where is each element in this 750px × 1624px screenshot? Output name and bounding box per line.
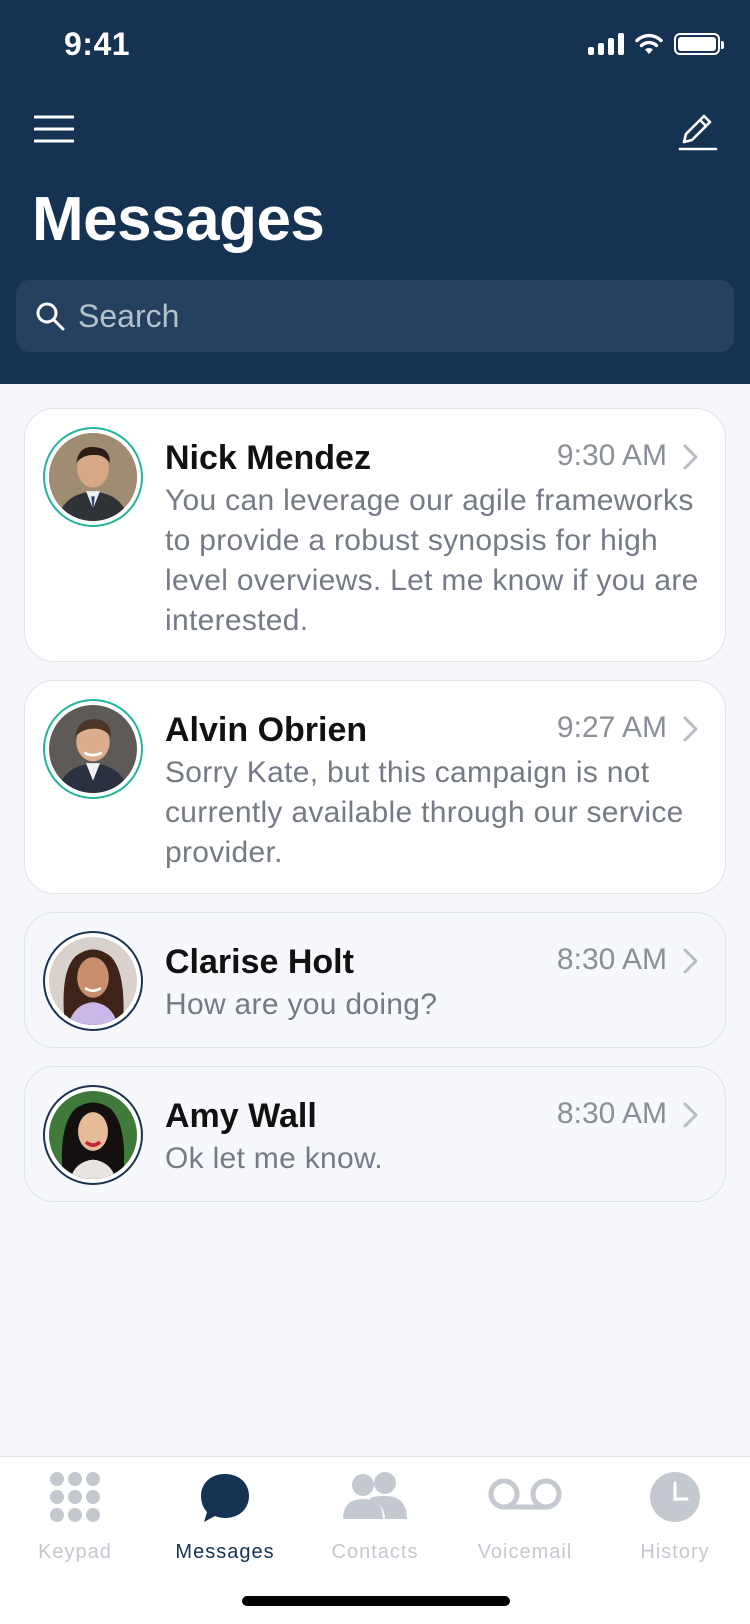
avatar-photo [49, 433, 137, 521]
search-input[interactable] [78, 297, 678, 335]
battery-icon [674, 33, 724, 55]
message-time: 9:30 AM [556, 439, 667, 472]
message-row[interactable]: Clarise Holt 8:30 AM How are you doing? [24, 912, 726, 1048]
message-preview: You can leverage our agile frameworks to… [165, 484, 699, 637]
chevron-right-icon [683, 948, 698, 974]
tab-messages[interactable]: Messages [150, 1457, 300, 1567]
avatar-photo [49, 937, 137, 1025]
app-header: 9:41 Messages [0, 0, 750, 384]
chevron-right-icon [683, 444, 698, 470]
message-row[interactable]: Amy Wall 8:30 AM Ok let me know. [24, 1066, 726, 1202]
tab-label: Messages [175, 1541, 275, 1563]
contacts-icon [343, 1472, 407, 1519]
tab-label: Keypad [38, 1541, 112, 1563]
tab-label: History [640, 1541, 710, 1563]
chat-bubble-icon [201, 1474, 249, 1522]
contact-name: Nick Mendez [165, 439, 371, 477]
message-row[interactable]: Nick Mendez 9:30 AM You can leverage our… [24, 408, 726, 662]
avatar [43, 699, 143, 799]
menu-button[interactable] [33, 114, 75, 144]
wifi-icon [635, 33, 663, 54]
avatar-photo [49, 1091, 137, 1179]
keypad-icon [50, 1472, 100, 1522]
contact-name: Clarise Holt [165, 943, 354, 981]
compose-pencil-icon [678, 114, 718, 151]
tab-history[interactable]: History [600, 1457, 750, 1567]
chevron-right-icon [683, 716, 698, 742]
compose-button[interactable] [676, 110, 718, 152]
status-time: 9:41 [64, 26, 131, 62]
hamburger-menu-icon [33, 115, 75, 143]
chevron-right-icon [683, 1102, 698, 1128]
voicemail-icon [488, 1478, 562, 1510]
clock-icon [650, 1472, 700, 1522]
avatar [43, 427, 143, 527]
tab-keypad[interactable]: Keypad [0, 1457, 150, 1567]
message-time: 8:30 AM [556, 1097, 667, 1130]
message-preview: Sorry Kate, but this campaign is not cur… [165, 756, 684, 869]
cellular-signal-icon [588, 33, 624, 55]
avatar-photo [49, 705, 137, 793]
tab-voicemail[interactable]: Voicemail [450, 1457, 600, 1567]
status-icons [588, 32, 724, 56]
message-time: 9:27 AM [556, 711, 667, 744]
home-indicator [242, 1596, 510, 1606]
contact-name: Amy Wall [165, 1097, 317, 1135]
avatar [43, 1085, 143, 1185]
tab-label: Contacts [331, 1541, 419, 1563]
message-preview: How are you doing? [165, 988, 438, 1021]
contact-name: Alvin Obrien [165, 711, 368, 749]
message-time: 8:30 AM [556, 943, 667, 976]
avatar [43, 931, 143, 1031]
page-title: Messages [32, 185, 325, 254]
message-row[interactable]: Alvin Obrien 9:27 AM Sorry Kate, but thi… [24, 680, 726, 894]
message-preview: Ok let me know. [165, 1142, 383, 1175]
search-bar[interactable] [16, 280, 734, 352]
tab-contacts[interactable]: Contacts [300, 1457, 450, 1567]
search-icon [36, 302, 65, 331]
tab-label: Voicemail [477, 1541, 573, 1563]
